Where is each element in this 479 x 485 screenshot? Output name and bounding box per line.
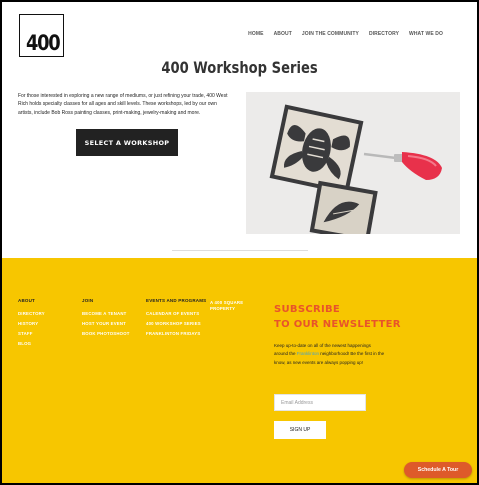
- newsletter-title-line2: TO OUR NEWSLETTER: [274, 319, 401, 330]
- select-workshop-button[interactable]: SELECT A WORKSHOP: [76, 129, 178, 156]
- footer-link-history[interactable]: HISTORY: [18, 319, 45, 329]
- footer-link-host-event[interactable]: HOST YOUR EVENT: [82, 319, 130, 329]
- footer-link-franklinton-fridays[interactable]: FRANKLINTON FRIDAYS: [146, 329, 206, 339]
- nav-home[interactable]: HOME: [248, 31, 263, 37]
- footer-heading-join: JOIN: [82, 298, 94, 303]
- nav-directory[interactable]: DIRECTORY: [369, 31, 399, 37]
- schedule-tour-button[interactable]: Schedule A Tour: [404, 462, 472, 478]
- intro-text: For those interested in exploring a new …: [18, 93, 228, 116]
- footer-col-events: EVENTS AND PROGRAMS CALENDAR OF EVENTS 4…: [146, 298, 206, 339]
- newsletter-title-line1: SUBSCRIBE: [274, 304, 341, 315]
- footer-col-about: ABOUT DIRECTORY HISTORY STAFF BLOG: [18, 298, 45, 349]
- newsletter-title: SUBSCRIBE TO OUR NEWSLETTER: [274, 302, 401, 332]
- footer-link-become-tenant[interactable]: BECOME A TENANT: [82, 309, 130, 319]
- linocut-illustration: [269, 104, 442, 234]
- footer-link-blog[interactable]: BLOG: [18, 339, 45, 349]
- footer-link-property[interactable]: PROPERTY: [210, 306, 243, 312]
- footer-heading-about: ABOUT: [18, 298, 35, 303]
- newsletter-description: Keep up-to-date on all of the newest hap…: [274, 342, 386, 367]
- page: 400 HOME ABOUT JOIN THE COMMUNITY DIRECT…: [2, 2, 477, 483]
- footer-col-property: A 400 SQUARE PROPERTY: [210, 300, 243, 312]
- linocut-print-photo: [246, 92, 460, 234]
- nav-what-we-do[interactable]: WHAT WE DO: [409, 31, 443, 37]
- email-field[interactable]: Email Address: [274, 394, 366, 411]
- footer-link-staff[interactable]: STAFF: [18, 329, 45, 339]
- main-nav: HOME ABOUT JOIN THE COMMUNITY DIRECTORY …: [248, 31, 443, 37]
- nav-about[interactable]: ABOUT: [274, 31, 292, 37]
- page-title: 400 Workshop Series: [161, 58, 318, 77]
- franklinton-link[interactable]: Franklinton: [297, 351, 319, 356]
- footer-link-book-photoshoot[interactable]: BOOK PHOTOSHOOT: [82, 329, 130, 339]
- sign-up-button[interactable]: SIGN UP: [274, 421, 326, 439]
- section-divider: [172, 250, 308, 251]
- site-footer: ABOUT DIRECTORY HISTORY STAFF BLOG JOIN …: [2, 258, 477, 483]
- footer-link-directory[interactable]: DIRECTORY: [18, 309, 45, 319]
- site-logo[interactable]: 400: [19, 14, 64, 57]
- nav-join-the-community[interactable]: JOIN THE COMMUNITY: [302, 31, 359, 37]
- footer-col-join: JOIN BECOME A TENANT HOST YOUR EVENT BOO…: [82, 298, 130, 339]
- logo-text[interactable]: 400: [26, 31, 61, 55]
- footer-heading-events: EVENTS AND PROGRAMS: [146, 298, 207, 303]
- footer-link-workshop-series[interactable]: 400 WORKSHOP SERIES: [146, 319, 206, 329]
- footer-link-calendar[interactable]: CALENDAR OF EVENTS: [146, 309, 206, 319]
